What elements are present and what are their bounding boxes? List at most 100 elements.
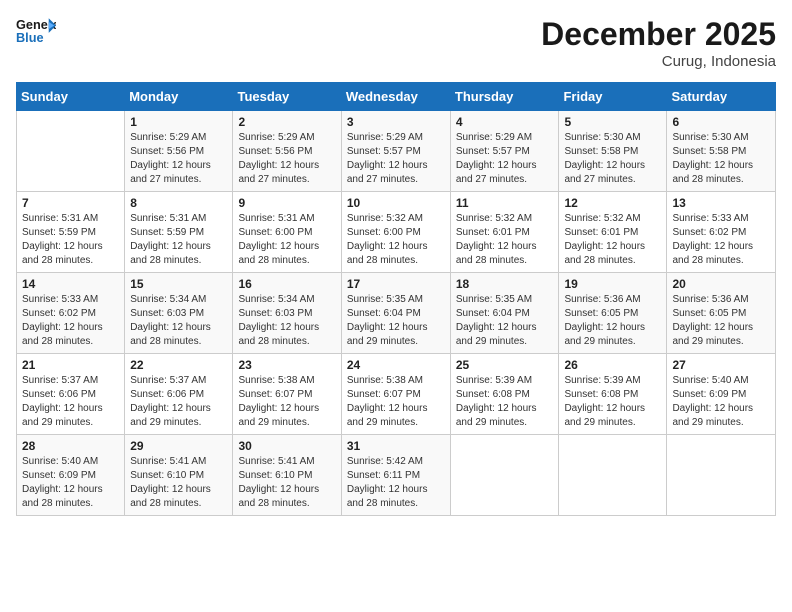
day-number: 30 [238,439,335,453]
day-number: 24 [347,358,445,372]
cell-content: Sunrise: 5:39 AM Sunset: 6:08 PM Dayligh… [564,374,661,430]
cell-content: Sunrise: 5:42 AM Sunset: 6:11 PM Dayligh… [347,455,445,511]
weekday-header: Sunday [17,83,125,111]
calendar-cell: 13Sunrise: 5:33 AM Sunset: 6:02 PM Dayli… [667,192,776,273]
calendar-table: SundayMondayTuesdayWednesdayThursdayFrid… [16,82,776,516]
calendar-header: SundayMondayTuesdayWednesdayThursdayFrid… [17,83,776,111]
weekday-header: Saturday [667,83,776,111]
day-number: 11 [456,196,554,210]
calendar-cell: 16 Sunrise: 5:34 AM Sunset: 6:03 PM Dayli… [233,273,341,354]
cell-content: Sunrise: 5:40 AM Sunset: 6:09 PM Dayligh… [672,374,770,430]
calendar-cell [17,111,125,192]
calendar-cell: 4 Sunrise: 5:29 AM Sunset: 5:57 PM Daylig… [450,111,559,192]
svg-text:Blue: Blue [16,30,44,45]
cell-content: Sunrise: 5:36 AM Sunset: 6:05 PM Dayligh… [564,293,661,349]
cell-content: Sunrise: 5:32 AM Sunset: 6:00 PM Dayligh… [347,212,445,268]
day-number: 18 [456,277,554,291]
cell-content: Sunrise: 5:39 AM Sunset: 6:08 PM Dayligh… [456,374,554,430]
cell-content: Sunrise: 5:35 AM Sunset: 6:04 PM Dayligh… [456,293,554,349]
cell-content: Sunrise: 5:41 AM Sunset: 6:10 PM Dayligh… [238,455,335,511]
calendar-cell: 6Sunrise: 5:30 AM Sunset: 5:58 PM Daylig… [667,111,776,192]
calendar-cell: 28 Sunrise: 5:40 AM Sunset: 6:09 PM Dayli… [17,435,125,516]
weekday-header: Thursday [450,83,559,111]
calendar-cell [450,435,559,516]
day-number: 2 [238,115,335,129]
calendar-cell: 26 Sunrise: 5:39 AM Sunset: 6:08 PM Dayli… [559,354,667,435]
calendar-cell: 17Sunrise: 5:35 AM Sunset: 6:04 PM Dayli… [341,273,450,354]
day-number: 29 [130,439,227,453]
calendar-cell: 8 Sunrise: 5:31 AM Sunset: 5:59 PM Daylig… [125,192,233,273]
calendar-cell: 11 Sunrise: 5:32 AM Sunset: 6:01 PM Dayli… [450,192,559,273]
cell-content: Sunrise: 5:38 AM Sunset: 6:07 PM Dayligh… [238,374,335,430]
calendar-cell: 31 Sunrise: 5:42 AM Sunset: 6:11 PM Dayli… [341,435,450,516]
calendar-cell: 24 Sunrise: 5:38 AM Sunset: 6:07 PM Dayli… [341,354,450,435]
day-number: 31 [347,439,445,453]
cell-content: Sunrise: 5:31 AM Sunset: 6:00 PM Dayligh… [238,212,335,268]
day-number: 12 [564,196,661,210]
cell-content: Sunrise: 5:36 AM Sunset: 6:05 PM Dayligh… [672,293,770,349]
day-number: 13 [672,196,770,210]
day-number: 3 [347,115,445,129]
calendar-cell: 15 Sunrise: 5:34 AM Sunset: 6:03 PM Dayli… [125,273,233,354]
cell-content: Sunrise: 5:32 AM Sunset: 6:01 PM Dayligh… [564,212,661,268]
cell-content: Sunrise: 5:29 AM Sunset: 5:57 PM Dayligh… [347,131,445,187]
day-number: 1 [130,115,227,129]
calendar-cell [559,435,667,516]
general-blue-icon: General Blue [16,16,56,46]
day-number: 28 [22,439,119,453]
month-year-title: December 2025 [541,16,776,53]
logo: General Blue [16,16,56,46]
calendar-cell [667,435,776,516]
calendar-cell: 7Sunrise: 5:31 AM Sunset: 5:59 PM Daylig… [17,192,125,273]
weekday-header: Friday [559,83,667,111]
calendar-cell: 20 Sunrise: 5:36 AM Sunset: 6:05 PM Dayli… [667,273,776,354]
cell-content: Sunrise: 5:31 AM Sunset: 5:59 PM Dayligh… [130,212,227,268]
cell-content: Sunrise: 5:29 AM Sunset: 5:57 PM Dayligh… [456,131,554,187]
weekday-header: Wednesday [341,83,450,111]
cell-content: Sunrise: 5:32 AM Sunset: 6:01 PM Dayligh… [456,212,554,268]
day-number: 25 [456,358,554,372]
day-number: 7 [22,196,119,210]
day-number: 27 [672,358,770,372]
day-number: 6 [672,115,770,129]
cell-content: Sunrise: 5:40 AM Sunset: 6:09 PM Dayligh… [22,455,119,511]
cell-content: Sunrise: 5:34 AM Sunset: 6:03 PM Dayligh… [238,293,335,349]
cell-content: Sunrise: 5:33 AM Sunset: 6:02 PM Dayligh… [22,293,119,349]
calendar-cell: 30 Sunrise: 5:41 AM Sunset: 6:10 PM Dayli… [233,435,341,516]
cell-content: Sunrise: 5:38 AM Sunset: 6:07 PM Dayligh… [347,374,445,430]
day-number: 8 [130,196,227,210]
day-number: 21 [22,358,119,372]
day-number: 10 [347,196,445,210]
cell-content: Sunrise: 5:29 AM Sunset: 5:56 PM Dayligh… [238,131,335,187]
day-number: 9 [238,196,335,210]
location-subtitle: Curug, Indonesia [541,53,776,70]
calendar-cell: 2 Sunrise: 5:29 AM Sunset: 5:56 PM Daylig… [233,111,341,192]
day-number: 26 [564,358,661,372]
calendar-cell: 22Sunrise: 5:37 AM Sunset: 6:06 PM Dayli… [125,354,233,435]
day-number: 5 [564,115,661,129]
title-area: December 2025 Curug, Indonesia [541,16,776,70]
day-number: 16 [238,277,335,291]
cell-content: Sunrise: 5:30 AM Sunset: 5:58 PM Dayligh… [564,131,661,187]
calendar-cell: 5 Sunrise: 5:30 AM Sunset: 5:58 PM Daylig… [559,111,667,192]
calendar-cell: 1Sunrise: 5:29 AM Sunset: 5:56 PM Daylig… [125,111,233,192]
day-number: 22 [130,358,227,372]
calendar-cell: 18 Sunrise: 5:35 AM Sunset: 6:04 PM Dayli… [450,273,559,354]
calendar-cell: 12 Sunrise: 5:32 AM Sunset: 6:01 PM Dayli… [559,192,667,273]
day-number: 4 [456,115,554,129]
day-number: 20 [672,277,770,291]
day-number: 14 [22,277,119,291]
day-number: 15 [130,277,227,291]
calendar-week-row: 14 Sunrise: 5:33 AM Sunset: 6:02 PM Dayli… [17,273,776,354]
cell-content: Sunrise: 5:34 AM Sunset: 6:03 PM Dayligh… [130,293,227,349]
cell-content: Sunrise: 5:37 AM Sunset: 6:06 PM Dayligh… [22,374,119,430]
calendar-cell: 25 Sunrise: 5:39 AM Sunset: 6:08 PM Dayli… [450,354,559,435]
calendar-cell: 21 Sunrise: 5:37 AM Sunset: 6:06 PM Dayli… [17,354,125,435]
calendar-cell: 23Sunrise: 5:38 AM Sunset: 6:07 PM Dayli… [233,354,341,435]
calendar-week-row: 28 Sunrise: 5:40 AM Sunset: 6:09 PM Dayli… [17,435,776,516]
weekday-row: SundayMondayTuesdayWednesdayThursdayFrid… [17,83,776,111]
calendar-cell: 10 Sunrise: 5:32 AM Sunset: 6:00 PM Dayli… [341,192,450,273]
calendar-week-row: 1 Sunrise: 5:29 AM Sunset: 5:56 PM Daylig… [17,111,776,192]
weekday-header: Tuesday [233,83,341,111]
page-header: General Blue December 2025 Curug, Indone… [16,16,776,70]
